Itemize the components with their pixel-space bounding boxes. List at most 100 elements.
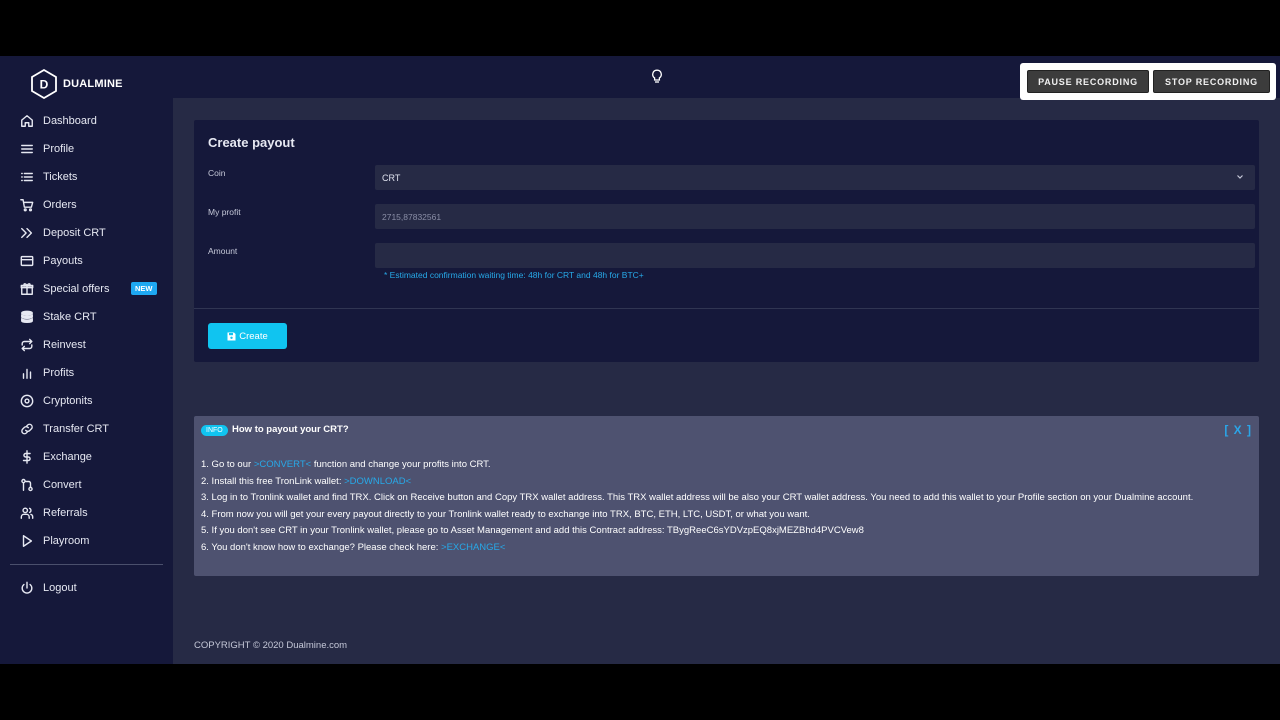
sidebar-item-label: Tickets [43, 171, 78, 183]
info-line-2: 2. Install this free TronLink wallet: >D… [201, 474, 1246, 491]
sidebar: D DUALMINE Dashboard Profile Tickets Ord… [0, 56, 173, 664]
sidebar-item-label: Profits [43, 367, 75, 379]
coin-selected-value: CRT [382, 172, 401, 183]
sidebar-item-tickets[interactable]: Tickets [0, 163, 173, 191]
coin-select[interactable]: CRT [375, 165, 1255, 190]
sidebar-item-label: Deposit CRT [43, 227, 106, 239]
stop-recording-button[interactable]: STOP RECORDING [1153, 70, 1270, 93]
profit-field: 2715,87832561 [375, 204, 1255, 229]
sidebar-item-label: Orders [43, 199, 77, 211]
sidebar-item-playroom[interactable]: Playroom [0, 527, 173, 555]
recording-controls: PAUSE RECORDING STOP RECORDING [1020, 63, 1276, 100]
sidebar-item-reinvest[interactable]: Reinvest [0, 331, 173, 359]
sidebar-item-referrals[interactable]: Referrals [0, 499, 173, 527]
create-button-label: Create [239, 330, 268, 342]
info-title: How to payout your CRT? [232, 424, 349, 435]
sidebar-divider [10, 564, 163, 565]
info-text: 1. Go to our [201, 459, 254, 470]
exchange-link[interactable]: >EXCHANGE< [441, 542, 505, 553]
menu-icon [19, 141, 35, 157]
brand-logo[interactable]: D DUALMINE [30, 69, 123, 99]
info-text: 2. Install this free TronLink wallet: [201, 475, 345, 487]
sidebar-item-label: Convert [43, 479, 82, 491]
sidebar-item-label: Stake CRT [43, 311, 97, 323]
database-icon [19, 309, 35, 325]
confirmation-hint: * Estimated confirmation waiting time: 4… [384, 270, 644, 280]
create-payout-card: Create payout Coin CRT My profit 2715,87… [194, 120, 1259, 362]
brand-name: DUALMINE [63, 78, 123, 90]
sidebar-item-label: Transfer CRT [43, 423, 110, 435]
sidebar-item-dashboard[interactable]: Dashboard [0, 107, 173, 135]
sidebar-item-label: Exchange [43, 451, 92, 463]
sidebar-item-payouts[interactable]: Payouts [0, 247, 173, 275]
svg-text:D: D [40, 78, 49, 92]
chevron-down-icon [1237, 175, 1243, 179]
download-link[interactable]: >DOWNLOAD< [344, 476, 411, 487]
cart-icon [19, 197, 35, 213]
card-title: Create payout [208, 135, 295, 150]
lightbulb-icon[interactable] [651, 69, 663, 85]
amount-label: Amount [208, 246, 238, 256]
top-bar: PAUSE RECORDING STOP RECORDING [173, 56, 1280, 100]
profit-value: 2715,87832561 [382, 211, 442, 222]
sidebar-item-label: Dashboard [43, 115, 97, 127]
info-instructions: 1. Go to our >CONVERT< function and chan… [201, 457, 1246, 556]
pause-recording-button[interactable]: PAUSE RECORDING [1027, 70, 1149, 93]
convert-link[interactable]: >CONVERT< [254, 459, 311, 470]
app-screen: D DUALMINE Dashboard Profile Tickets Ord… [0, 56, 1280, 664]
git-pull-icon [19, 477, 35, 493]
create-button[interactable]: Create [208, 323, 287, 349]
info-line-3: 3. Log in to Tronlink wallet and find TR… [201, 492, 1194, 503]
dollar-icon [19, 449, 35, 465]
new-badge: NEW [131, 282, 157, 295]
sidebar-item-profile[interactable]: Profile [0, 135, 173, 163]
save-icon [227, 332, 236, 340]
sidebar-item-deposit-crt[interactable]: Deposit CRT [0, 219, 173, 247]
info-text: function and change your profits into CR… [311, 459, 491, 470]
info-line-6: 6. You don't know how to exchange? Pleas… [201, 540, 1246, 557]
info-line-5: 5. If you don't see CRT in your Tronlink… [201, 525, 864, 536]
sidebar-item-transfer-crt[interactable]: Transfer CRT [0, 415, 173, 443]
sidebar-item-special-offers[interactable]: Special offers NEW [0, 275, 173, 303]
sidebar-item-profits[interactable]: Profits [0, 359, 173, 387]
sidebar-item-exchange[interactable]: Exchange [0, 443, 173, 471]
double-chevron-icon [19, 225, 35, 241]
sidebar-item-cryptonits[interactable]: Cryptonits [0, 387, 173, 415]
info-line-4: 4. From now you will get your every payo… [201, 508, 810, 520]
hexagon-logo-icon: D [31, 69, 57, 99]
copyright-footer: COPYRIGHT © 2020 Dualmine.com [194, 640, 348, 651]
info-badge: INFO [201, 425, 228, 436]
play-icon [19, 533, 35, 549]
sidebar-item-label: Profile [43, 143, 75, 155]
sidebar-item-stake-crt[interactable]: Stake CRT [0, 303, 173, 331]
amount-input[interactable] [375, 243, 1255, 268]
coin-label: Coin [208, 168, 226, 178]
sidebar-item-label: Cryptonits [43, 395, 93, 407]
sidebar-item-logout[interactable]: Logout [0, 574, 173, 602]
sidebar-item-convert[interactable]: Convert [0, 471, 173, 499]
disc-icon [19, 393, 35, 409]
sidebar-item-label: Special offers [43, 283, 110, 295]
link-icon [19, 421, 35, 437]
sidebar-item-label: Playroom [43, 535, 90, 547]
close-info-button[interactable]: [ X ] [1224, 423, 1252, 437]
logout-section: Logout [0, 574, 173, 602]
list-icon [19, 169, 35, 185]
sidebar-item-orders[interactable]: Orders [0, 191, 173, 219]
credit-card-icon [19, 253, 35, 269]
sidebar-item-label: Reinvest [43, 339, 86, 351]
users-icon [19, 505, 35, 521]
card-divider [194, 308, 1259, 309]
payout-info-panel: INFO How to payout your CRT? [ X ] 1. Go… [194, 416, 1259, 576]
gift-icon [19, 281, 35, 297]
info-text: 6. You don't know how to exchange? Pleas… [201, 541, 442, 553]
bar-chart-icon [19, 365, 35, 381]
power-icon [19, 580, 35, 596]
sidebar-nav: Dashboard Profile Tickets Orders Deposit… [0, 107, 173, 555]
home-icon [19, 113, 35, 129]
info-line-1: 1. Go to our >CONVERT< function and chan… [201, 457, 1246, 474]
sidebar-item-label: Referrals [43, 507, 88, 519]
sidebar-item-label: Logout [43, 582, 77, 594]
repeat-icon [19, 337, 35, 353]
sidebar-item-label: Payouts [43, 255, 83, 267]
